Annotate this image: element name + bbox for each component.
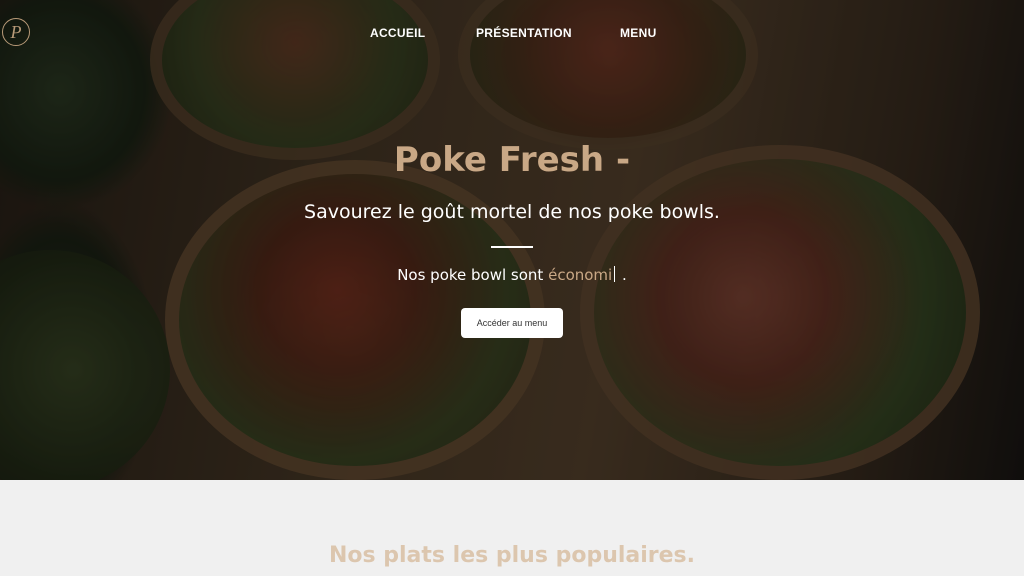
hero-section: P ACCUEIL PRÉSENTATION MENU Poke Fresh -… <box>0 0 1024 480</box>
hero-divider <box>491 246 533 248</box>
nav-item-presentation[interactable]: PRÉSENTATION <box>476 26 572 40</box>
menu-cta-button[interactable]: Accéder au menu <box>461 308 563 338</box>
tagline-typed-word: économi <box>548 266 613 284</box>
tagline-suffix: . <box>622 266 627 284</box>
main-nav: ACCUEIL PRÉSENTATION MENU <box>0 26 1024 40</box>
hero-overlay <box>0 0 1024 480</box>
typing-cursor <box>614 266 616 282</box>
tagline-prefix: Nos poke bowl sont <box>397 266 549 284</box>
popular-dishes-title: Nos plats les plus populaires. <box>328 543 696 568</box>
hero-tagline: Nos poke bowl sont économi . <box>0 266 1024 284</box>
hero-subtitle: Savourez le goût mortel de nos poke bowl… <box>304 201 720 223</box>
hero-title: Poke Fresh - <box>393 140 631 180</box>
nav-item-accueil[interactable]: ACCUEIL <box>370 26 425 40</box>
nav-item-menu[interactable]: MENU <box>620 26 657 40</box>
